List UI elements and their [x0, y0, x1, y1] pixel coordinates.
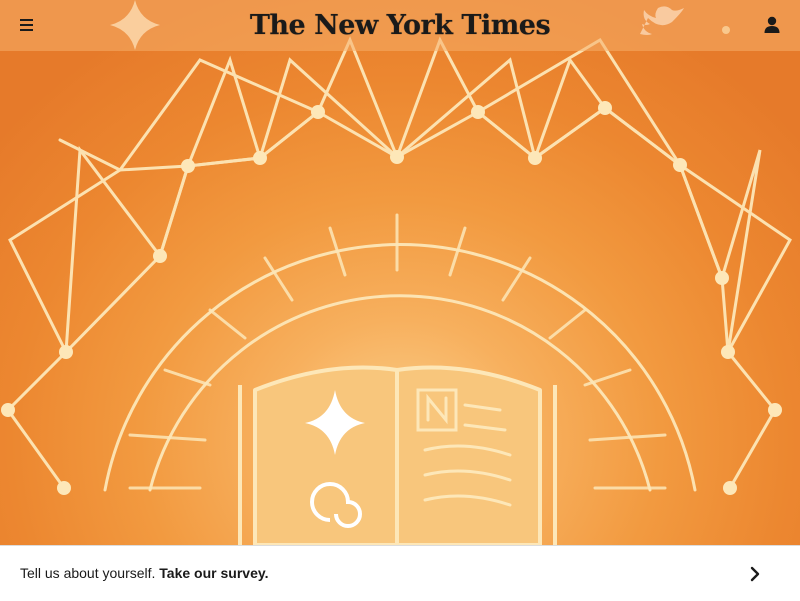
survey-cta-link[interactable]: Take our survey. [159, 565, 268, 581]
hero-illustration [0, 0, 800, 545]
masthead-bar: The New York Times [0, 0, 800, 51]
survey-lead-text: Tell us about yourself. [20, 565, 156, 581]
logo-link[interactable]: The New York Times [250, 10, 551, 41]
chevron-right-icon[interactable] [748, 566, 762, 582]
survey-banner-text: Tell us about yourself. Take our survey. [20, 565, 269, 581]
user-account-icon[interactable] [760, 13, 784, 37]
constellation-art [1, 0, 792, 545]
site-logo: The New York Times [0, 6, 800, 46]
survey-banner[interactable]: Tell us about yourself. Take our survey. [0, 545, 800, 601]
